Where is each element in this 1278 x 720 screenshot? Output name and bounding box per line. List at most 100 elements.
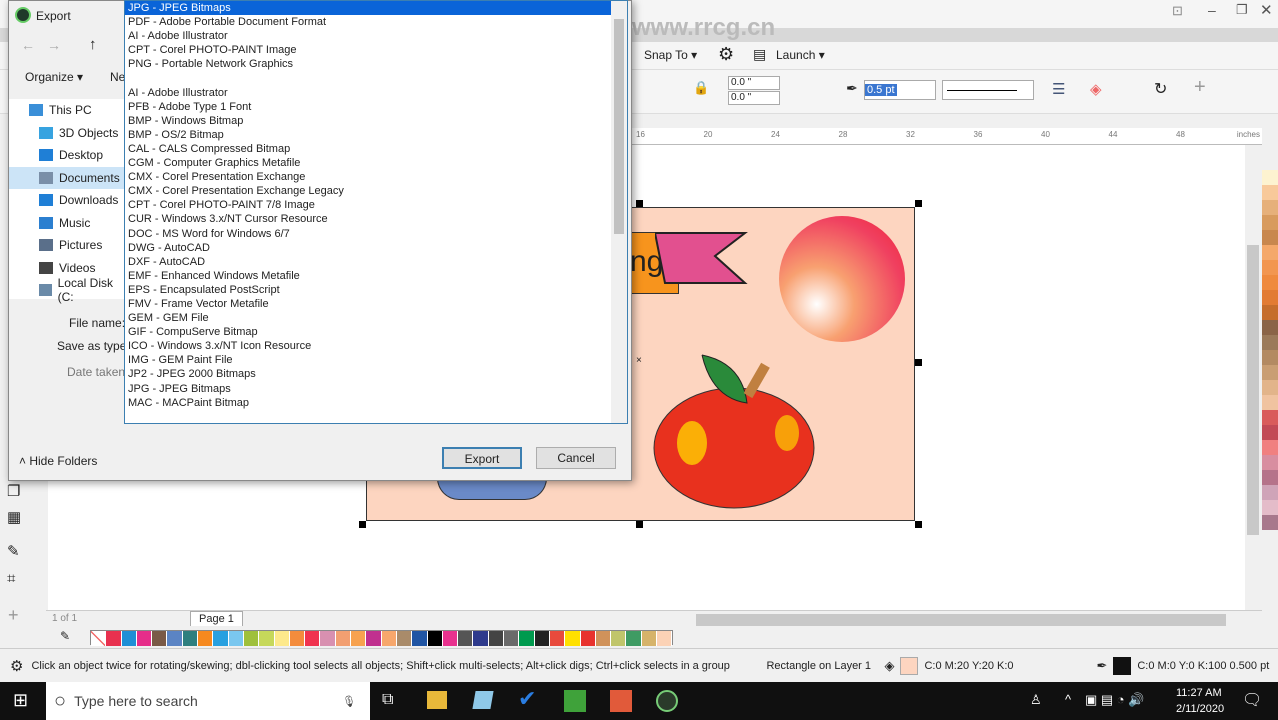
- color-swatch[interactable]: [136, 631, 153, 646]
- color-swatch[interactable]: [1262, 365, 1278, 380]
- color-swatch[interactable]: [1262, 440, 1278, 455]
- file-type-option[interactable]: CUR - Windows 3.x/NT Cursor Resource: [125, 212, 611, 226]
- convert-icon[interactable]: ↻: [1154, 79, 1167, 99]
- file-type-option[interactable]: EMF - Enhanced Windows Metafile: [125, 269, 611, 283]
- file-type-option[interactable]: CAL - CALS Compressed Bitmap: [125, 142, 611, 156]
- gradient-circle[interactable]: [779, 216, 905, 342]
- launch-dropdown[interactable]: Launch ▾: [776, 48, 825, 62]
- account-icon[interactable]: ⊡: [1172, 3, 1183, 19]
- corel-icon[interactable]: [564, 690, 586, 712]
- add-tool-icon[interactable]: +: [8, 605, 19, 626]
- nav-item[interactable]: Documents: [9, 166, 125, 189]
- file-type-option[interactable]: CPT - Corel PHOTO-PAINT Image: [125, 43, 611, 57]
- file-type-option[interactable]: AI - Adobe Illustrator: [125, 86, 611, 100]
- color-swatch[interactable]: [488, 631, 505, 646]
- selection-handle[interactable]: [915, 521, 922, 528]
- cancel-button[interactable]: Cancel: [536, 447, 616, 469]
- color-swatch[interactable]: [1262, 185, 1278, 200]
- color-swatch[interactable]: [1262, 260, 1278, 275]
- coreldraw-icon[interactable]: [656, 690, 678, 712]
- to-front-icon[interactable]: ◈: [1090, 80, 1102, 98]
- organize-button[interactable]: Organize ▾: [25, 70, 83, 84]
- nav-item[interactable]: Music: [9, 212, 125, 235]
- task-view-icon[interactable]: ⧉: [382, 691, 393, 709]
- line-style-select[interactable]: [942, 80, 1034, 100]
- file-type-option[interactable]: PDF - Adobe Portable Document Format: [125, 15, 611, 29]
- list-scroll-thumb[interactable]: [614, 19, 624, 234]
- color-swatch[interactable]: [656, 631, 673, 646]
- forward-icon[interactable]: →: [47, 37, 61, 53]
- checkmark-app-icon[interactable]: ✔: [518, 686, 536, 712]
- color-swatch[interactable]: [1262, 455, 1278, 470]
- people-icon[interactable]: ♙: [1030, 692, 1042, 708]
- nav-item[interactable]: Desktop: [9, 144, 125, 167]
- add-icon[interactable]: +: [1194, 76, 1206, 99]
- color-swatch[interactable]: [442, 631, 459, 646]
- file-type-option[interactable]: DWG - AutoCAD: [125, 241, 611, 255]
- color-swatch[interactable]: [1262, 320, 1278, 335]
- file-type-option[interactable]: DOC - MS Word for Windows 6/7: [125, 227, 611, 241]
- color-swatch[interactable]: [595, 631, 612, 646]
- vertical-scroll-thumb[interactable]: [1247, 245, 1259, 535]
- hide-folders-button[interactable]: ˄ Hide Folders: [19, 454, 97, 468]
- color-swatch[interactable]: [121, 631, 137, 646]
- back-icon[interactable]: ←: [21, 37, 35, 53]
- color-swatch[interactable]: [167, 631, 183, 646]
- color-swatch[interactable]: [427, 631, 443, 646]
- color-swatch[interactable]: [519, 631, 535, 646]
- tray-icons[interactable]: ▣ ▤ ◔ 🔊: [1085, 692, 1144, 708]
- color-swatch[interactable]: [366, 631, 382, 646]
- color-swatch[interactable]: [259, 631, 275, 646]
- color-swatch[interactable]: [1262, 500, 1278, 515]
- selection-handle[interactable]: [636, 200, 643, 207]
- lock-ratio-icon[interactable]: 🔒: [693, 80, 709, 96]
- file-type-option[interactable]: CGM - Computer Graphics Metafile: [125, 156, 611, 170]
- color-swatch[interactable]: [611, 631, 627, 646]
- launch-icon[interactable]: ▤: [753, 46, 766, 63]
- notifications-icon[interactable]: 🗨: [1242, 690, 1262, 710]
- color-swatch[interactable]: [1262, 230, 1278, 245]
- color-swatch[interactable]: [351, 631, 367, 646]
- color-swatch[interactable]: [335, 631, 352, 646]
- selection-handle[interactable]: [915, 359, 922, 366]
- right-color-palette[interactable]: [1262, 145, 1278, 610]
- minimize-button[interactable]: –: [1208, 2, 1216, 18]
- color-swatch[interactable]: [626, 631, 642, 646]
- file-type-option[interactable]: CMX - Corel Presentation Exchange Legacy: [125, 184, 611, 198]
- color-swatch[interactable]: [1262, 170, 1278, 185]
- clock-time[interactable]: 11:27 AM: [1176, 687, 1222, 699]
- file-type-option[interactable]: FMV - Frame Vector Metafile: [125, 297, 611, 311]
- transparency-tool-icon[interactable]: ▦: [7, 508, 21, 526]
- nav-item[interactable]: Downloads: [9, 189, 125, 212]
- selection-handle[interactable]: [359, 521, 366, 528]
- windows-start-icon[interactable]: ⊞: [13, 690, 28, 711]
- file-type-option[interactable]: MAC - MACPaint Bitmap: [125, 396, 611, 410]
- corner-y-input[interactable]: 0.0 ": [728, 91, 780, 105]
- file-type-option[interactable]: ICO - Windows 3.x/NT Icon Resource: [125, 339, 611, 353]
- snap-to-dropdown[interactable]: Snap To ▾: [644, 48, 697, 62]
- color-swatch[interactable]: [1262, 425, 1278, 440]
- file-type-option[interactable]: BMP - Windows Bitmap: [125, 114, 611, 128]
- color-swatch[interactable]: [243, 631, 260, 646]
- eyedropper-tool-icon[interactable]: ✎: [7, 542, 20, 560]
- color-swatch[interactable]: [320, 631, 336, 646]
- file-type-option[interactable]: JPG - JPEG Bitmaps: [125, 382, 611, 396]
- file-type-option[interactable]: BMP - OS/2 Bitmap: [125, 128, 611, 142]
- app-icon[interactable]: [472, 691, 494, 709]
- file-type-option[interactable]: AI - Adobe Illustrator: [125, 29, 611, 43]
- color-swatch[interactable]: [1262, 200, 1278, 215]
- file-type-option[interactable]: GIF - CompuServe Bitmap: [125, 325, 611, 339]
- outline-width-select[interactable]: 0.5 pt: [864, 80, 936, 100]
- color-swatch[interactable]: [396, 631, 413, 646]
- file-type-option[interactable]: CPT - Corel PHOTO-PAINT 7/8 Image: [125, 198, 611, 212]
- color-swatch[interactable]: [152, 631, 168, 646]
- drop-shadow-tool-icon[interactable]: ❐: [7, 482, 20, 500]
- color-swatch[interactable]: [305, 631, 321, 646]
- color-swatch[interactable]: [1262, 410, 1278, 425]
- fill-swatch[interactable]: [900, 656, 919, 675]
- file-type-option[interactable]: [125, 71, 611, 85]
- restore-button[interactable]: ❐: [1236, 2, 1248, 18]
- file-explorer-icon[interactable]: [427, 691, 447, 709]
- color-swatch[interactable]: [549, 631, 566, 646]
- color-swatch[interactable]: [473, 631, 489, 646]
